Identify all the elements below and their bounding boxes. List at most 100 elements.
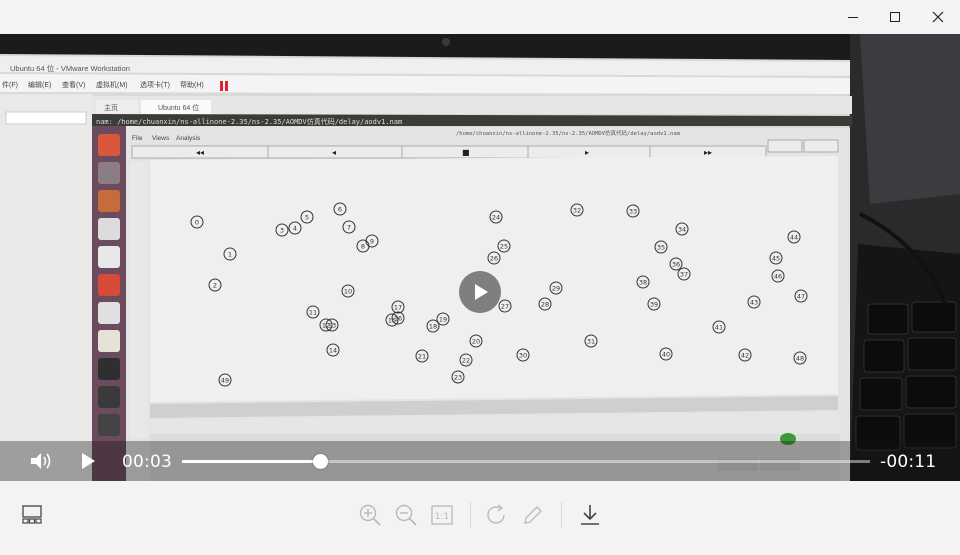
svg-text:1: 1: [228, 251, 232, 259]
maximize-button[interactable]: [873, 0, 917, 34]
download-icon: [581, 505, 599, 525]
volume-icon: [31, 453, 51, 469]
video-frame[interactable]: Ubuntu 64 位 - VMware Workstation 件(F) 编辑(…: [0, 34, 960, 481]
svg-text:14: 14: [329, 347, 337, 355]
svg-text:29: 29: [552, 285, 560, 293]
svg-text:24: 24: [492, 214, 500, 222]
svg-text:37: 37: [680, 271, 688, 279]
viewer-toolbar: 1:1: [0, 481, 960, 555]
svg-text:件(F): 件(F): [2, 80, 18, 89]
svg-text:5: 5: [305, 214, 309, 222]
svg-text:▸: ▸: [585, 148, 589, 157]
svg-text:虚拟机(M): 虚拟机(M): [96, 80, 128, 89]
player-controls: 00:03 -00:11: [0, 441, 960, 481]
video-scene: Ubuntu 64 位 - VMware Workstation 件(F) 编辑(…: [0, 34, 960, 481]
svg-text:8: 8: [361, 243, 365, 251]
maximize-icon: [890, 12, 900, 22]
svg-text:9: 9: [370, 238, 374, 246]
svg-text:35: 35: [657, 244, 665, 252]
svg-text:45: 45: [772, 255, 780, 263]
svg-text:46: 46: [774, 273, 782, 281]
actual-size-label: 1:1: [435, 512, 449, 522]
svg-text:选项卡(T): 选项卡(T): [140, 80, 170, 89]
actual-size-button[interactable]: 1:1: [424, 500, 460, 530]
svg-text:Ubuntu 64 位 - VMware Workstati: Ubuntu 64 位 - VMware Workstation: [10, 63, 130, 73]
center-play-button[interactable]: [459, 271, 501, 313]
svg-text:36: 36: [672, 261, 680, 269]
actual-size-icon: 1:1: [431, 505, 453, 525]
svg-text:39: 39: [650, 301, 658, 309]
svg-text:13: 13: [328, 322, 336, 330]
svg-text:43: 43: [750, 299, 758, 307]
close-button[interactable]: [916, 0, 960, 34]
svg-text:16: 16: [394, 315, 402, 323]
svg-text:49: 49: [221, 377, 229, 385]
svg-text:10: 10: [344, 288, 352, 296]
svg-text:▸▸: ▸▸: [704, 148, 712, 157]
seek-bar[interactable]: [182, 454, 870, 469]
svg-text:nam: /home/chuanxin/ns-allinon: nam: /home/chuanxin/ns-allinone-2.35/ns-…: [96, 117, 402, 126]
svg-text:20: 20: [472, 338, 480, 346]
minimize-button[interactable]: [831, 0, 875, 34]
svg-text:47: 47: [797, 293, 805, 301]
download-button[interactable]: [572, 500, 608, 530]
svg-text:32: 32: [573, 207, 581, 215]
svg-text:11: 11: [309, 309, 317, 317]
seek-progress: [182, 460, 320, 463]
edit-button[interactable]: [515, 500, 551, 530]
svg-text:Analysis: Analysis: [176, 135, 201, 142]
play-icon: [475, 284, 488, 300]
zoom-out-button[interactable]: [388, 500, 424, 530]
window-titlebar: [0, 0, 960, 34]
svg-text:主页: 主页: [104, 103, 118, 112]
svg-text:31: 31: [587, 338, 595, 346]
svg-text:21: 21: [418, 353, 426, 361]
svg-text:3: 3: [280, 227, 284, 235]
close-icon: [932, 11, 944, 23]
svg-text:26: 26: [490, 255, 498, 263]
svg-text:7: 7: [347, 224, 351, 232]
elapsed-time: 00:03: [122, 452, 172, 472]
rotate-icon: [487, 504, 505, 524]
zoom-in-icon: [359, 504, 381, 526]
gallery-icon: [22, 505, 42, 524]
zoom-in-button[interactable]: [352, 500, 388, 530]
svg-text:◂: ◂: [332, 148, 336, 157]
svg-text:28: 28: [541, 301, 549, 309]
rotate-button[interactable]: [479, 500, 515, 530]
svg-text:41: 41: [715, 324, 723, 332]
svg-text:◂◂: ◂◂: [196, 148, 204, 157]
gallery-button[interactable]: [14, 500, 50, 530]
svg-text:33: 33: [629, 208, 637, 216]
svg-text:编辑(E): 编辑(E): [28, 80, 51, 89]
svg-text:查看(V): 查看(V): [62, 80, 85, 89]
svg-text:22: 22: [462, 357, 470, 365]
svg-text:19: 19: [439, 316, 447, 324]
svg-text:2: 2: [213, 282, 217, 290]
svg-text:30: 30: [519, 352, 527, 360]
svg-text:File: File: [132, 135, 143, 142]
svg-text:6: 6: [338, 206, 342, 214]
svg-text:■: ■: [462, 148, 470, 157]
play-icon: [82, 453, 95, 469]
svg-text:27: 27: [501, 303, 509, 311]
edit-icon: [524, 506, 542, 524]
svg-text:42: 42: [741, 352, 749, 360]
svg-text:38: 38: [639, 279, 647, 287]
svg-text:34: 34: [678, 226, 686, 234]
svg-text:Ubuntu 64 位: Ubuntu 64 位: [158, 103, 199, 112]
svg-text:/home/chuanxin/ns-allinone-2.3: /home/chuanxin/ns-allinone-2.35/ns-2.35/…: [456, 129, 681, 137]
svg-text:帮助(H): 帮助(H): [180, 80, 204, 89]
remaining-time: -00:11: [880, 452, 937, 472]
svg-text:44: 44: [790, 234, 798, 242]
volume-button[interactable]: [26, 449, 56, 473]
minimize-icon: [848, 17, 858, 18]
play-button[interactable]: [74, 449, 102, 473]
zoom-out-icon: [395, 504, 417, 526]
svg-text:17: 17: [394, 304, 402, 312]
seek-thumb[interactable]: [312, 454, 328, 469]
svg-text:48: 48: [796, 355, 804, 363]
toolbar-divider: [561, 502, 562, 528]
svg-text:0: 0: [195, 219, 199, 227]
svg-text:Views: Views: [152, 135, 170, 142]
